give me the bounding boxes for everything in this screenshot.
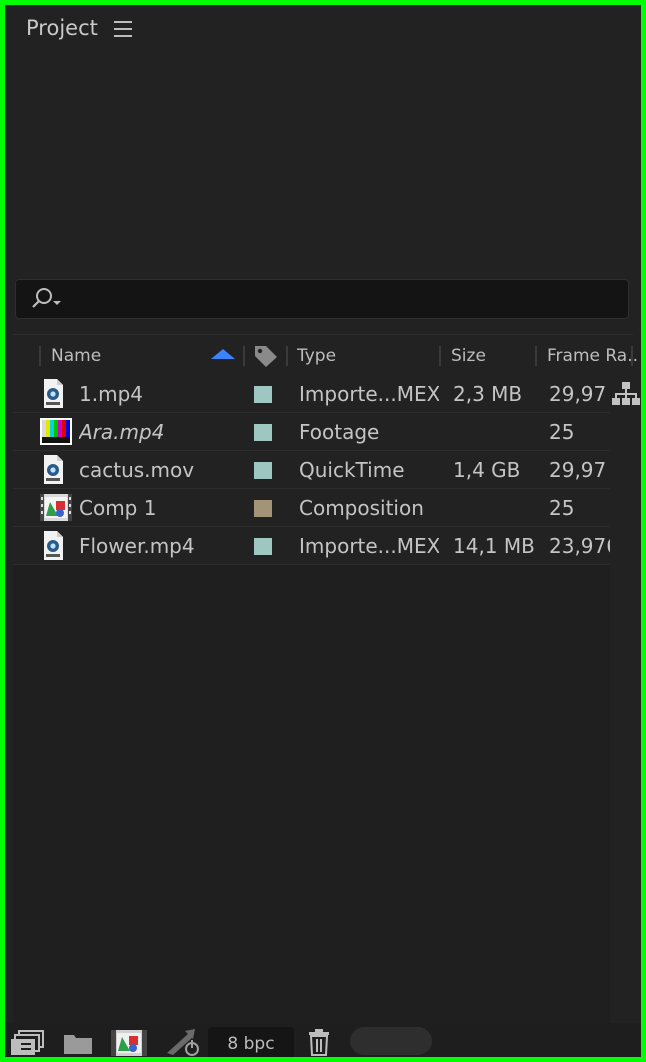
item-type: Footage [299,420,380,444]
label-color-swatch[interactable] [254,538,272,555]
label-color-swatch[interactable] [254,386,272,403]
label-color-swatch[interactable] [254,424,272,441]
bit-depth-button[interactable]: 8 bpc [208,1027,294,1057]
item-type: Composition [299,496,424,520]
new-folder-icon[interactable] [63,1027,93,1057]
project-list-empty-area[interactable] [13,565,610,1023]
render-queue-icon[interactable] [163,1027,203,1057]
item-name: 1.mp4 [79,382,143,406]
flowchart-icon[interactable] [612,381,640,407]
project-item[interactable]: Flower.mp4 Importe...MEX 14,1 MB 23,976 [13,527,610,565]
project-item[interactable]: 1.mp4 Importe...MEX 2,3 MB 29,97 [13,375,610,413]
column-separator [39,346,41,366]
sort-ascending-icon[interactable] [211,349,235,359]
item-type: QuickTime [299,458,405,482]
item-name: cactus.mov [79,458,195,482]
column-type[interactable]: Type [297,335,427,375]
hamburger-menu-icon[interactable] [114,21,132,39]
column-separator [243,346,245,366]
color-bars-icon [40,418,72,445]
panel-title: Project [26,16,98,40]
item-frame-rate: 29,97 [549,382,607,406]
column-size[interactable]: Size [451,335,531,375]
project-item[interactable]: Ara.mp4 Footage 25 [13,413,610,451]
item-type: Importe...MEX [299,382,439,406]
label-color-swatch[interactable] [254,462,272,479]
interpret-footage-icon[interactable] [11,1027,45,1057]
item-size [453,413,539,450]
trash-icon[interactable] [307,1027,331,1057]
project-panel: Project Name Type Size Frame Ra... 1.mp4… [0,0,646,1062]
item-size [453,489,539,526]
project-item[interactable]: Comp 1 Composition 25 [13,489,610,527]
column-name[interactable]: Name [51,335,201,375]
item-name: Ara.mp4 [79,420,165,444]
column-separator [286,346,288,366]
search-icon[interactable] [28,286,66,312]
column-separator [631,346,633,366]
panel-header: Project [5,5,641,63]
video-file-icon [44,531,63,560]
item-frame-rate: 25 [549,420,575,444]
item-frame-rate: 25 [549,496,575,520]
item-frame-rate: 23,976 [549,534,610,558]
panel-footer: 8 bpc [5,1023,641,1057]
item-name: Comp 1 [79,496,157,520]
column-frame-rate[interactable]: Frame Ra... [547,335,637,375]
item-frame-rate: 29,97 [549,458,607,482]
video-file-icon [44,455,63,484]
label-tag-icon[interactable] [253,344,279,368]
item-type: Importe...MEX [299,534,439,558]
item-size: 1,4 GB [453,458,521,482]
column-separator [439,346,441,366]
item-size: 2,3 MB [453,382,523,406]
search-input[interactable] [15,279,629,319]
horizontal-scrollbar[interactable] [350,1027,432,1055]
label-color-swatch[interactable] [254,500,272,517]
item-name: Flower.mp4 [79,534,195,558]
composition-icon [40,494,72,521]
project-item-list: 1.mp4 Importe...MEX 2,3 MB 29,97 Ara.mp4… [13,375,610,565]
item-size: 14,1 MB [453,534,535,558]
project-item[interactable]: cactus.mov QuickTime 1,4 GB 29,97 [13,451,610,489]
preview-area [5,63,641,278]
new-composition-icon[interactable] [111,1027,147,1057]
column-separator [535,346,537,366]
video-file-icon [44,379,63,408]
column-header-row: Name Type Size Frame Ra... [13,334,637,375]
